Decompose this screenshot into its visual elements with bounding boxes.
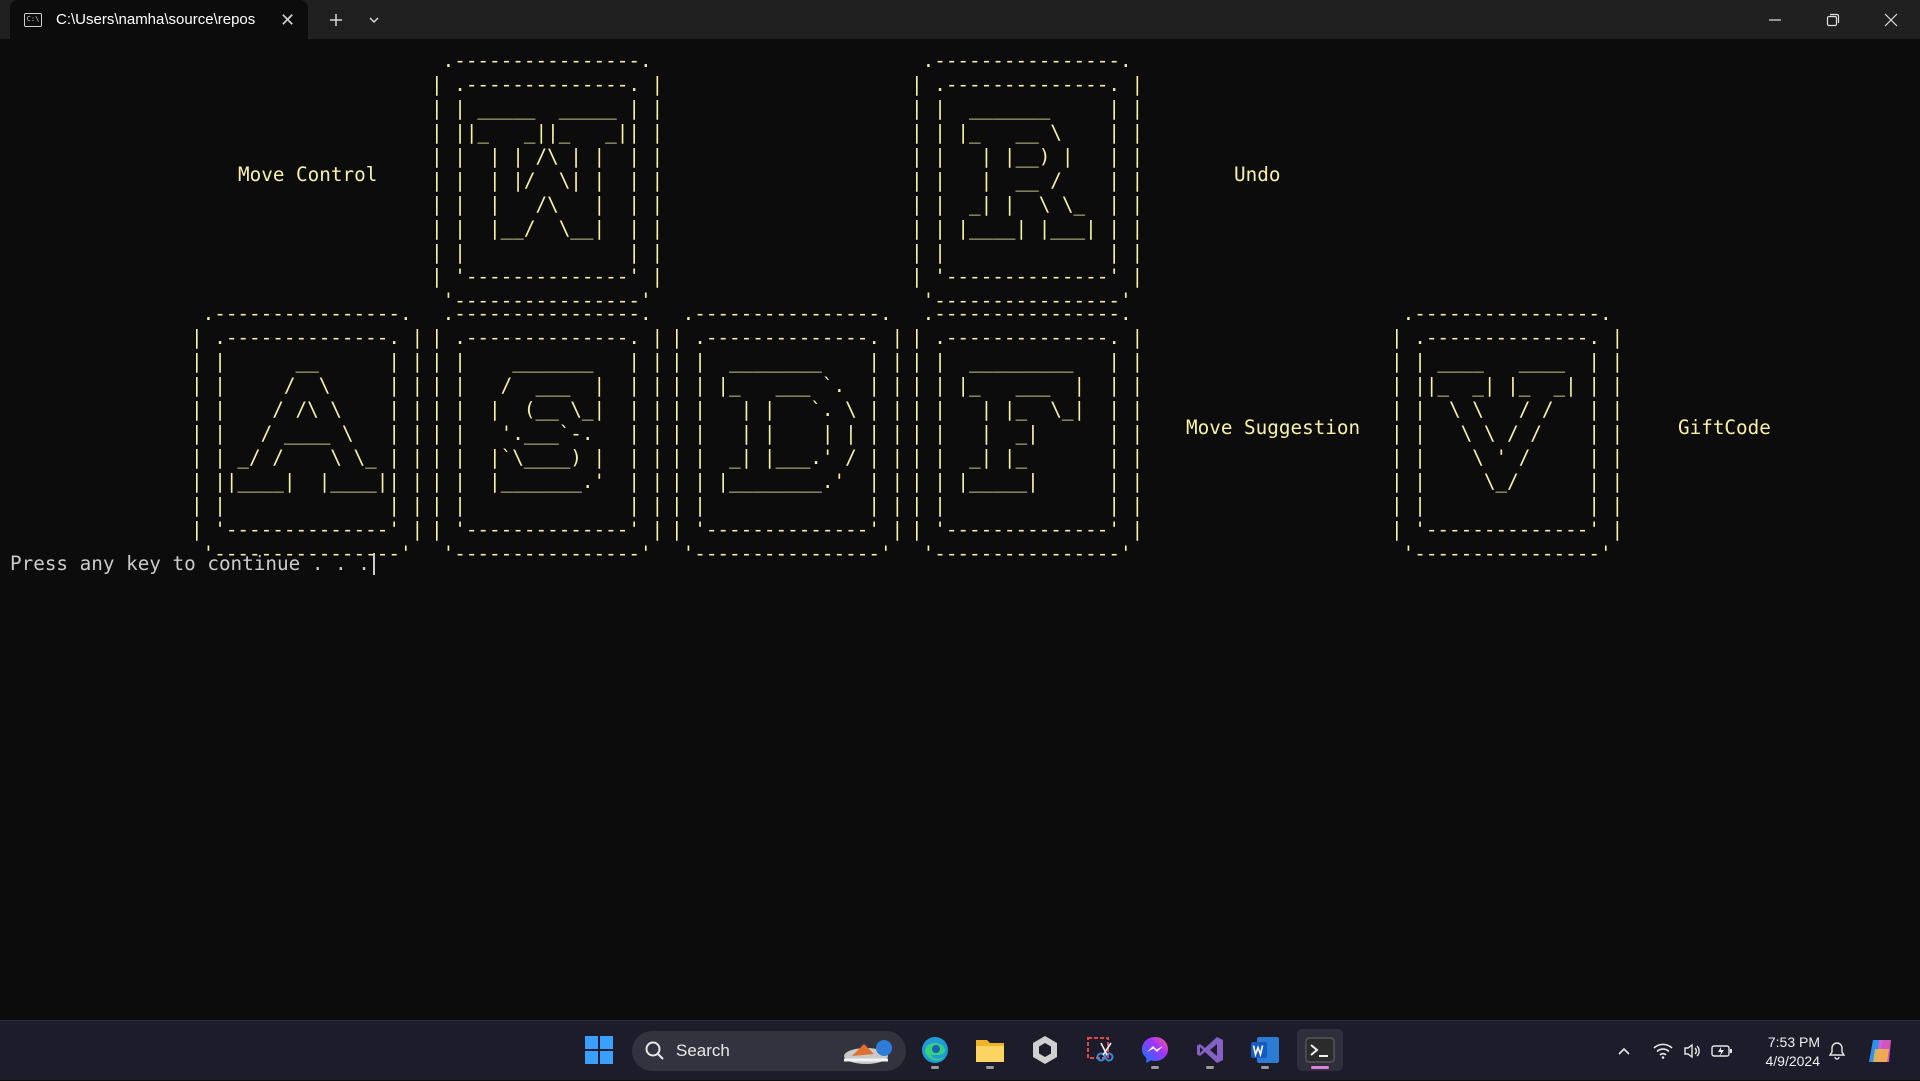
- taskbar-search[interactable]: Search: [632, 1031, 906, 1071]
- messenger-taskbar-button[interactable]: [1132, 1029, 1178, 1071]
- taskbar: Search 7:53 PM 4/9/2024: [0, 1020, 1920, 1080]
- volume-icon: [1684, 1043, 1700, 1059]
- clock-time: 7:53 PM: [1767, 1034, 1820, 1050]
- visual-studio-taskbar-button[interactable]: [1187, 1029, 1233, 1071]
- chevron-up-icon: [1618, 1047, 1630, 1055]
- minimize-button[interactable]: [1746, 0, 1804, 39]
- minimize-icon: [1769, 18, 1781, 21]
- messenger-icon: [1142, 1037, 1168, 1063]
- snipping-tool-icon: [1087, 1037, 1114, 1062]
- terminal-tab[interactable]: C:\ C:\Users\namha\source\repos ✕: [10, 0, 308, 39]
- move-control-label: Move Control: [238, 163, 378, 186]
- active-indicator: [1311, 1066, 1329, 1069]
- key-f-art: .----------------. | .--------------. | …: [911, 302, 1144, 565]
- undo-label: Undo: [1234, 163, 1281, 186]
- plus-icon: [330, 13, 342, 26]
- unity-hub-taskbar-button[interactable]: [1022, 1029, 1068, 1071]
- show-hidden-icons-button[interactable]: [1612, 1021, 1636, 1081]
- terminal-icon: [1305, 1037, 1335, 1063]
- search-icon: [645, 1041, 664, 1060]
- search-highlight-icon: [844, 1040, 892, 1064]
- word-icon: [1251, 1037, 1279, 1063]
- chevron-down-icon: [369, 16, 379, 23]
- snipping-tool-taskbar-button[interactable]: [1077, 1029, 1123, 1071]
- word-taskbar-button[interactable]: [1242, 1029, 1288, 1071]
- restore-button[interactable]: [1804, 0, 1862, 39]
- running-indicator: [986, 1066, 994, 1069]
- running-indicator: [1261, 1066, 1269, 1069]
- wifi-button[interactable]: [1650, 1021, 1676, 1081]
- terminal-taskbar-button[interactable]: [1297, 1029, 1343, 1071]
- close-button[interactable]: [1862, 0, 1920, 39]
- running-indicator: [1206, 1066, 1214, 1069]
- battery-charging-icon: [1711, 1045, 1732, 1057]
- wifi-icon: [1653, 1043, 1673, 1059]
- unity-icon: [1033, 1036, 1057, 1064]
- terminal-icon: C:\: [24, 12, 42, 27]
- clock[interactable]: 7:53 PM 4/9/2024: [1746, 1033, 1821, 1071]
- battery-button[interactable]: [1708, 1021, 1736, 1081]
- file-explorer-taskbar-button[interactable]: [967, 1029, 1013, 1071]
- running-indicator: [1151, 1066, 1159, 1069]
- key-v-art: .----------------. | .--------------. | …: [1391, 302, 1624, 565]
- edge-taskbar-button[interactable]: [912, 1029, 958, 1071]
- key-w-art: .----------------. | .--------------. | …: [431, 49, 664, 312]
- windows-start-icon: [585, 1036, 613, 1064]
- new-tab-button[interactable]: [316, 0, 356, 39]
- tab-close-icon[interactable]: ✕: [280, 11, 295, 29]
- tab-dropdown-button[interactable]: [354, 0, 394, 39]
- key-a-art: .----------------. | .--------------. | …: [191, 302, 424, 565]
- bell-icon: [1828, 1042, 1846, 1060]
- search-label: Search: [676, 1041, 730, 1060]
- continue-prompt: Press any key to continue . . .: [10, 552, 375, 576]
- key-d-art: .----------------. | .--------------. | …: [671, 302, 904, 565]
- copilot-button[interactable]: [1862, 1021, 1898, 1081]
- notifications-button[interactable]: [1824, 1021, 1850, 1081]
- prompt-text: Press any key to continue . . .: [10, 552, 370, 575]
- terminal-console[interactable]: .----------------. | .--------------. | …: [0, 39, 1920, 1020]
- move-suggestion-label: Move Suggestion: [1186, 416, 1361, 439]
- restore-icon: [1826, 13, 1840, 26]
- edge-icon: [922, 1037, 948, 1063]
- text-cursor: [372, 553, 375, 575]
- visual-studio-icon: [1197, 1037, 1223, 1063]
- folder-icon: [976, 1040, 1004, 1062]
- volume-button[interactable]: [1680, 1021, 1704, 1081]
- copilot-icon: [1869, 1040, 1891, 1062]
- start-button[interactable]: [576, 1029, 622, 1071]
- key-s-art: .----------------. | .--------------. | …: [431, 302, 664, 565]
- running-indicator: [931, 1066, 939, 1069]
- title-bar: C:\ C:\Users\namha\source\repos ✕: [0, 0, 1920, 39]
- close-icon: [1884, 13, 1898, 26]
- key-r-art: .----------------. | .--------------. | …: [911, 49, 1144, 312]
- tab-title: C:\Users\namha\source\repos: [56, 11, 256, 28]
- clock-date: 4/9/2024: [1765, 1053, 1821, 1069]
- giftcode-label: GiftCode: [1678, 416, 1771, 439]
